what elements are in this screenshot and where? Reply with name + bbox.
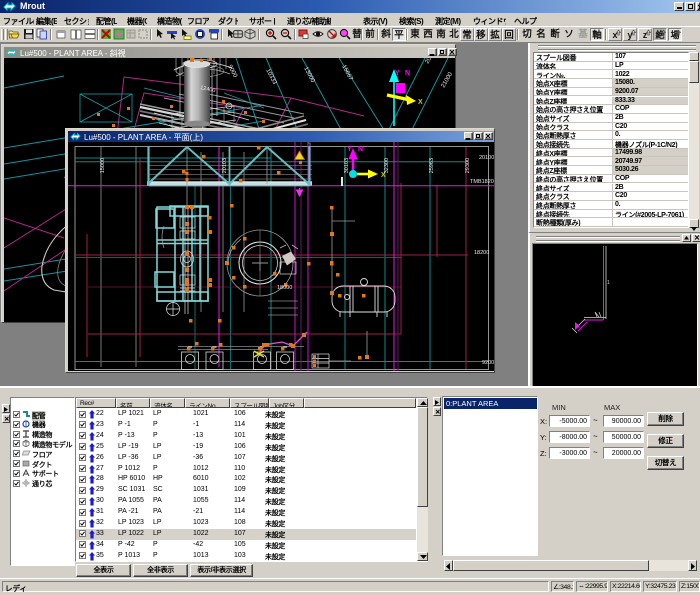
svg-text:13000: 13000 — [302, 66, 315, 84]
svg-text:1: 1 — [607, 280, 610, 286]
svg-text:9200: 9200 — [482, 360, 494, 366]
svg-text:N: N — [405, 70, 410, 77]
svg-text:TMB18200: TMB18200 — [470, 179, 494, 185]
svg-text:18200: 18200 — [474, 250, 489, 256]
svg-text:9000: 9000 — [226, 64, 238, 79]
svg-text:Y: Y — [347, 146, 352, 153]
svg-text:10333: 10333 — [264, 68, 277, 86]
svg-text:20100: 20100 — [479, 155, 494, 161]
svg-text:X: X — [418, 99, 423, 106]
svg-text:25963: 25963 — [429, 158, 435, 173]
svg-text:15000: 15000 — [100, 158, 106, 173]
svg-text:29300: 29300 — [465, 158, 471, 173]
svg-text:18000: 18000 — [277, 285, 292, 291]
svg-text:20333: 20333 — [425, 58, 439, 65]
svg-text:15667: 15667 — [340, 64, 353, 82]
svg-text:Y: Y — [395, 70, 400, 77]
svg-text:30103: 30103 — [344, 158, 350, 173]
svg-text:20103: 20103 — [222, 158, 228, 173]
svg-text:N: N — [358, 146, 363, 153]
svg-text:21000: 21000 — [441, 71, 455, 89]
svg-text:32300: 32300 — [384, 158, 390, 173]
